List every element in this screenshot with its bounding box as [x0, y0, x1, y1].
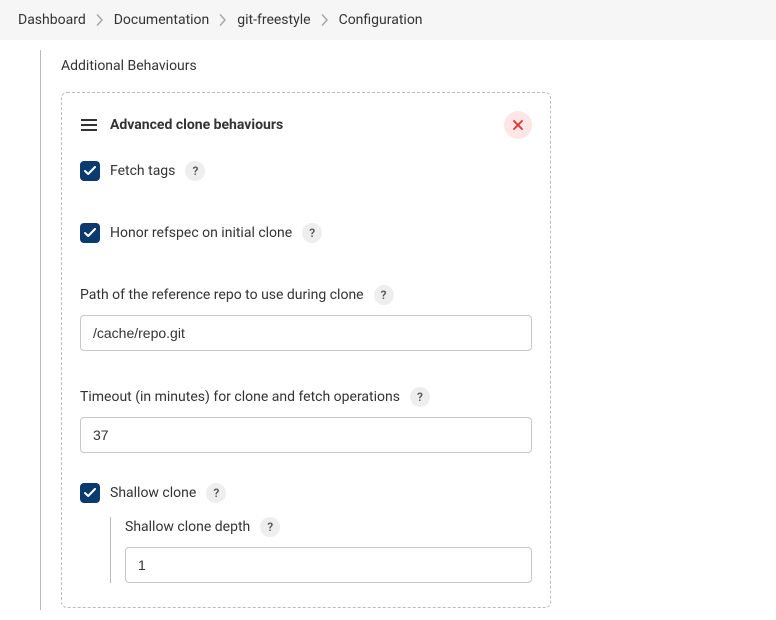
vertical-divider — [40, 50, 41, 610]
help-icon[interactable]: ? — [410, 387, 430, 407]
chevron-right-icon — [219, 14, 227, 26]
honor-refspec-label: Honor refspec on initial clone — [110, 225, 292, 241]
reference-path-label: Path of the reference repo to use during… — [80, 287, 364, 303]
fetch-tags-label: Fetch tags — [110, 163, 175, 179]
reference-path-input[interactable] — [80, 315, 532, 351]
panel-title: Advanced clone behaviours — [110, 117, 492, 133]
timeout-label: Timeout (in minutes) for clone and fetch… — [80, 389, 400, 405]
breadcrumb-item-dashboard[interactable]: Dashboard — [18, 12, 86, 28]
help-icon[interactable]: ? — [185, 161, 205, 181]
section-title: Additional Behaviours — [61, 58, 746, 74]
advanced-clone-panel: Advanced clone behaviours Fetch tags ? — [61, 92, 551, 608]
help-icon[interactable]: ? — [374, 285, 394, 305]
close-icon — [513, 120, 523, 130]
help-icon[interactable]: ? — [206, 483, 226, 503]
breadcrumb-item-documentation[interactable]: Documentation — [114, 12, 210, 28]
shallow-clone-label: Shallow clone — [110, 485, 196, 501]
remove-behaviour-button[interactable] — [504, 111, 532, 139]
honor-refspec-checkbox[interactable] — [80, 223, 100, 243]
chevron-right-icon — [96, 14, 104, 26]
breadcrumb: Dashboard Documentation git-freestyle Co… — [0, 0, 776, 40]
vertical-divider — [110, 517, 111, 583]
breadcrumb-item-configuration[interactable]: Configuration — [339, 12, 423, 28]
shallow-clone-checkbox[interactable] — [80, 483, 100, 503]
drag-handle-icon[interactable] — [80, 118, 98, 132]
shallow-depth-input[interactable] — [125, 547, 532, 583]
help-icon[interactable]: ? — [260, 517, 280, 537]
help-icon[interactable]: ? — [302, 223, 322, 243]
breadcrumb-item-git-freestyle[interactable]: git-freestyle — [237, 12, 310, 28]
fetch-tags-checkbox[interactable] — [80, 161, 100, 181]
timeout-input[interactable] — [80, 417, 532, 453]
chevron-right-icon — [321, 14, 329, 26]
shallow-depth-label: Shallow clone depth — [125, 519, 250, 535]
